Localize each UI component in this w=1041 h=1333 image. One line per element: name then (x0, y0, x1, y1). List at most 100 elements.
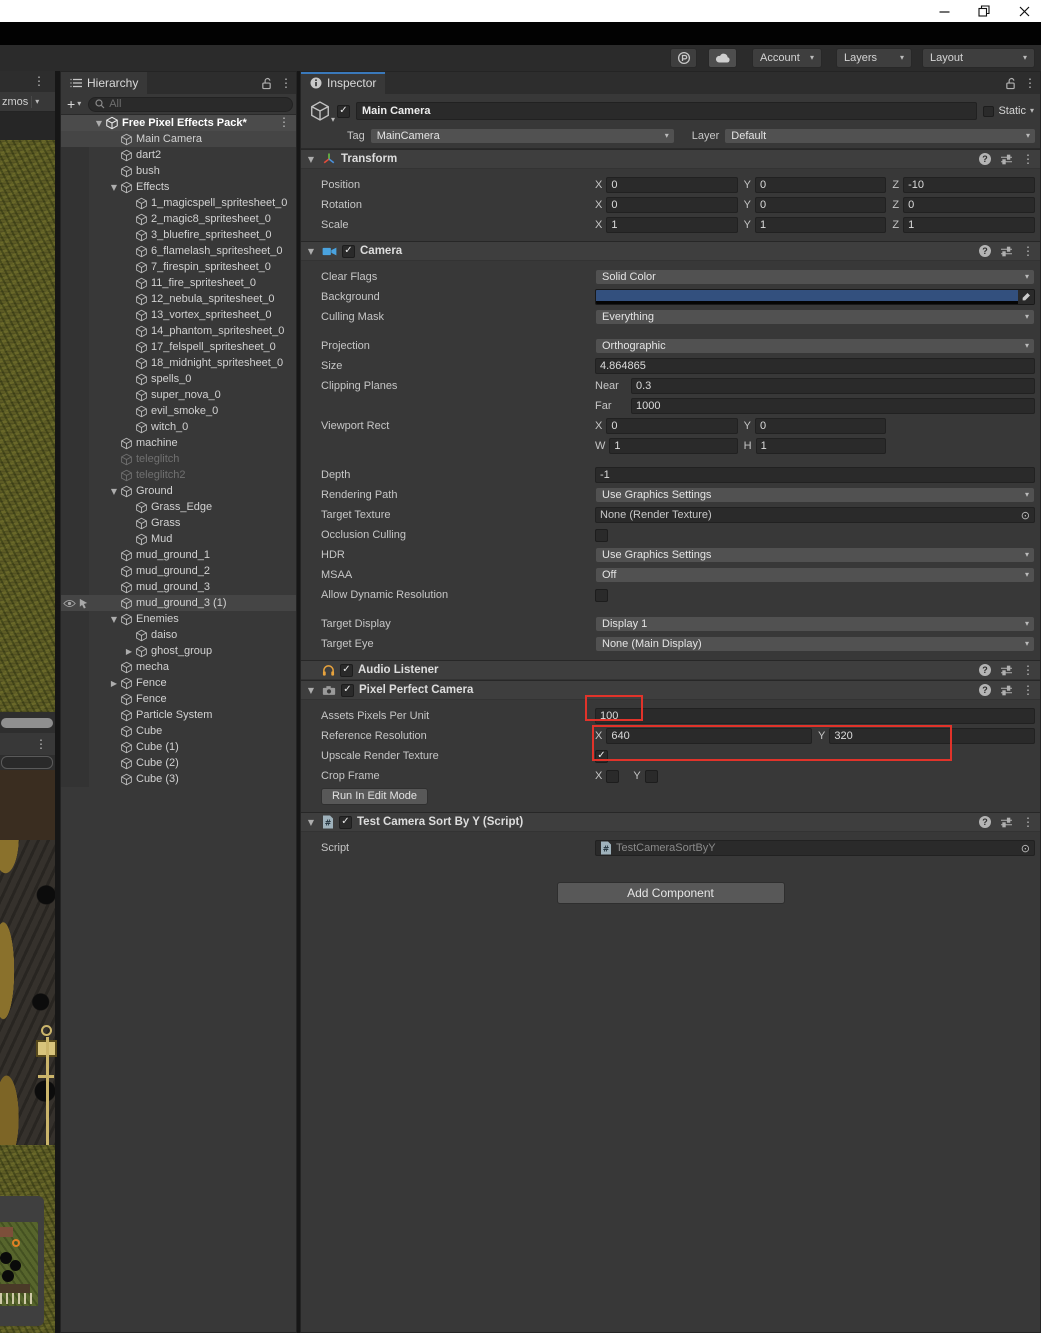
account-dropdown[interactable]: Account ▾ (752, 48, 822, 68)
hierarchy-item[interactable]: ▼Effects (61, 179, 296, 195)
foldout-arrow-icon[interactable]: ▼ (108, 487, 120, 496)
hierarchy-item[interactable]: Cube (2) (61, 755, 296, 771)
kebab-menu-icon[interactable]: ⋮ (1022, 245, 1034, 257)
foldout-arrow-icon[interactable]: ▼ (305, 818, 317, 827)
property-field[interactable]: 0 (755, 197, 886, 213)
gizmos-label-partial[interactable]: zmos (2, 96, 28, 108)
component-header[interactable]: ▼✓Pixel Perfect Camera?⋮ (301, 680, 1040, 700)
foldout-arrow-icon[interactable]: ▶ (108, 679, 120, 688)
hierarchy-item[interactable]: mecha (61, 659, 296, 675)
restore-button[interactable] (967, 0, 1001, 22)
property-field[interactable]: 640 (606, 728, 812, 744)
gameobject-enabled-checkbox[interactable]: ✓ (337, 105, 350, 118)
kebab-menu-icon[interactable]: ⋮ (1022, 664, 1034, 676)
color-field[interactable] (595, 289, 1035, 305)
component-enabled-checkbox[interactable]: ✓ (341, 684, 354, 697)
hierarchy-item[interactable]: witch_0 (61, 419, 296, 435)
run-in-edit-mode-button[interactable]: Run In Edit Mode (321, 788, 428, 805)
hierarchy-item[interactable]: 3_bluefire_spritesheet_0 (61, 227, 296, 243)
tag-dropdown[interactable]: MainCamera ▾ (370, 128, 675, 144)
presets-icon[interactable] (1000, 246, 1013, 257)
close-button[interactable] (1007, 0, 1041, 22)
hierarchy-item[interactable]: spells_0 (61, 371, 296, 387)
object-picker-icon[interactable]: ⊙ (1021, 509, 1030, 522)
property-checkbox[interactable] (606, 770, 619, 783)
property-field[interactable]: 0.3 (631, 378, 1035, 394)
hierarchy-item[interactable]: Grass (61, 515, 296, 531)
kebab-menu-icon[interactable]: ⋮ (33, 75, 45, 87)
hierarchy-item[interactable]: 1_magicspell_spritesheet_0 (61, 195, 296, 211)
layers-dropdown[interactable]: Layers ▾ (836, 48, 912, 68)
foldout-arrow-icon[interactable]: ▼ (305, 247, 317, 256)
hierarchy-item[interactable]: 11_fire_spritesheet_0 (61, 275, 296, 291)
hierarchy-item[interactable]: daiso (61, 627, 296, 643)
object-picker-icon[interactable]: ⊙ (1021, 842, 1030, 855)
chevron-down-icon[interactable]: ▾ (35, 98, 39, 106)
property-dropdown[interactable]: None (Main Display)▾ (595, 636, 1035, 652)
hierarchy-item[interactable]: mud_ground_3 (1) (61, 595, 296, 611)
hierarchy-item[interactable]: machine (61, 435, 296, 451)
hierarchy-item[interactable]: super_nova_0 (61, 387, 296, 403)
eye-icon[interactable] (63, 599, 76, 608)
cloud-button[interactable] (708, 48, 737, 68)
property-field[interactable]: 1 (609, 438, 737, 454)
hierarchy-item[interactable]: 18_midnight_spritesheet_0 (61, 355, 296, 371)
pick-icon[interactable] (78, 598, 89, 609)
gameobject-name-field[interactable]: Main Camera (356, 102, 977, 120)
help-icon[interactable]: ? (979, 245, 991, 257)
panel-search-field[interactable] (1, 756, 53, 769)
layer-dropdown[interactable]: Default ▾ (724, 128, 1036, 144)
hierarchy-item[interactable]: 2_magic8_spritesheet_0 (61, 211, 296, 227)
hierarchy-item[interactable]: Mud (61, 531, 296, 547)
property-field[interactable]: -10 (903, 177, 1035, 193)
component-enabled-checkbox[interactable]: ✓ (342, 245, 355, 258)
tab-hierarchy[interactable]: Hierarchy (61, 72, 147, 94)
kebab-menu-icon[interactable]: ⋮ (35, 738, 47, 750)
property-field[interactable]: 0 (606, 177, 737, 193)
property-checkbox[interactable]: ✓ (595, 750, 608, 763)
hierarchy-item[interactable]: teleglitch2 (61, 467, 296, 483)
scrollbar-thumb[interactable] (1, 718, 53, 728)
property-field[interactable]: 1 (903, 217, 1035, 233)
hierarchy-item[interactable]: evil_smoke_0 (61, 403, 296, 419)
property-dropdown[interactable]: Use Graphics Settings▾ (595, 547, 1035, 563)
minimize-button[interactable] (927, 0, 961, 22)
kebab-menu-icon[interactable]: ⋮ (278, 116, 290, 128)
lock-open-icon[interactable] (1005, 77, 1016, 90)
static-checkbox[interactable] (983, 106, 994, 117)
property-field[interactable]: 100 (595, 708, 1035, 724)
presets-icon[interactable] (1000, 665, 1013, 676)
hierarchy-item[interactable]: ▼Free Pixel Effects Pack*⋮ (61, 115, 296, 131)
property-dropdown[interactable]: Orthographic▾ (595, 338, 1035, 354)
hierarchy-item[interactable]: 6_flamelash_spritesheet_0 (61, 243, 296, 259)
hierarchy-item[interactable]: Cube (61, 723, 296, 739)
kebab-menu-icon[interactable]: ⋮ (1022, 816, 1034, 828)
help-icon[interactable]: ? (979, 684, 991, 696)
hierarchy-item[interactable]: ▼Enemies (61, 611, 296, 627)
kebab-menu-icon[interactable]: ⋮ (1022, 153, 1034, 165)
property-field[interactable]: 1 (756, 438, 887, 454)
foldout-arrow-icon[interactable]: ▼ (108, 183, 120, 192)
property-field[interactable]: 4.864865 (595, 358, 1035, 374)
property-field[interactable]: 0 (755, 418, 886, 434)
foldout-arrow-icon[interactable]: ▼ (305, 155, 317, 164)
layout-dropdown[interactable]: Layout ▾ (922, 48, 1035, 68)
tab-inspector[interactable]: Inspector (301, 72, 385, 94)
property-dropdown[interactable]: Solid Color▾ (595, 269, 1035, 285)
object-field[interactable]: #TestCameraSortByY⊙ (595, 840, 1035, 856)
help-icon[interactable]: ? (979, 153, 991, 165)
component-enabled-checkbox[interactable]: ✓ (339, 816, 352, 829)
kebab-menu-icon[interactable]: ⋮ (1024, 77, 1036, 89)
hierarchy-item[interactable]: Cube (1) (61, 739, 296, 755)
property-dropdown[interactable]: Display 1▾ (595, 616, 1035, 632)
hierarchy-item[interactable]: 7_firespin_spritesheet_0 (61, 259, 296, 275)
hierarchy-item[interactable]: 14_phantom_spritesheet_0 (61, 323, 296, 339)
hierarchy-item[interactable]: Cube (3) (61, 771, 296, 787)
add-component-button[interactable]: Add Component (557, 882, 785, 904)
component-header[interactable]: ✓Audio Listener?⋮ (301, 660, 1040, 680)
foldout-arrow-icon[interactable]: ▶ (123, 647, 135, 656)
property-dropdown[interactable]: Everything▾ (595, 309, 1035, 325)
component-header[interactable]: ▼#✓Test Camera Sort By Y (Script)?⋮ (301, 812, 1040, 832)
hierarchy-item[interactable]: mud_ground_3 (61, 579, 296, 595)
lock-open-icon[interactable] (261, 77, 272, 90)
